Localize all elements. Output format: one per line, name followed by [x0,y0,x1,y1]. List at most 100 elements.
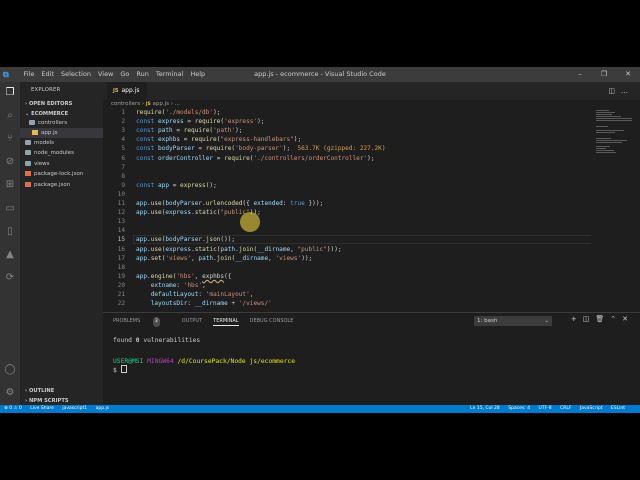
code-line[interactable]: const bodyParser = require('body-parser'… [136,145,386,152]
trash-icon[interactable]: 🗑 [595,315,610,323]
npm-scripts-label: NPM SCRIPTS [28,398,69,404]
code-token: extname [150,281,177,289]
gear-icon[interactable]: ⚙ [3,386,17,400]
live-share-icon[interactable]: ⟳ [3,271,17,285]
breadcrumb-file[interactable]: app.js [152,101,169,107]
code-token: './models/db' [165,109,214,116]
code-token: ); [293,136,302,144]
terminal-path: /d/CoursePack/Node js/ecommerce [177,358,296,365]
close-icon[interactable]: ✕ [622,315,634,323]
status-indentation[interactable]: Spaces: 4 [508,406,530,411]
status-eol[interactable]: CRLF [560,406,571,411]
terminal-select[interactable]: 1: bash ⌄ [474,316,552,326]
code-token: exphbs [202,272,225,280]
code-token: , [249,291,254,298]
status-cursor-position[interactable]: Ln 15, Col 28 [470,406,500,411]
terminal-output[interactable]: found 0 vulnerabilities USER@MSI MINGW64… [113,337,295,374]
tab-terminal[interactable]: TERMINAL [213,316,239,326]
menu-run[interactable]: Run [133,67,152,82]
minimap[interactable] [594,108,634,312]
vscode-window: ⧉ File Edit Selection View Go Run Termin… [0,67,640,413]
npm-scripts-section[interactable]: › NPM SCRIPTS [25,398,69,404]
code-line[interactable]: const exphbs = require("express-handleba… [136,136,301,143]
code-line[interactable]: app.use(express.static(path.join(__dirna… [136,246,342,253]
files-icon[interactable]: ▯ [3,225,17,239]
extensions-icon[interactable]: ⊞ [3,178,17,192]
split-editor-icon[interactable]: ◫ [608,87,621,95]
source-control-icon[interactable]: ⑂ [3,132,17,146]
folder-icon [29,119,35,125]
more-actions-icon[interactable]: … [621,87,634,95]
status-encoding[interactable]: UTF-8 [539,406,552,411]
minimap-line [596,132,615,133]
status-live-share[interactable]: Live Share [30,406,54,411]
menu-file[interactable]: File [20,67,38,82]
code-line[interactable]: require('./models/db'); [136,109,220,116]
tab-problems[interactable]: PROBLEMS 3 [113,316,171,327]
code-editor[interactable]: 1 require('./models/db'); 2 const express =… [103,108,591,312]
azure-icon[interactable]: ▲ [3,248,17,262]
status-eslint[interactable]: ESLint [611,406,625,411]
code-line[interactable]: layoutsDir: __dirname + '/views/' [136,300,272,307]
code-line[interactable]: app.use(bodyParser.json()); [136,236,235,243]
line-number: 10 [117,190,125,198]
tree-item-views[interactable]: views [25,159,50,169]
code-token: __dirname [235,254,269,262]
bottom-panel: PROBLEMS 3 OUTPUT TERMINAL DEBUG CONSOLE… [103,312,640,406]
breadcrumb-folder[interactable]: controllers [111,101,140,107]
account-icon[interactable]: ◯ [3,363,17,377]
tab-output[interactable]: OUTPUT [182,316,202,326]
code-line[interactable]: defaultLayout: 'mainLayout', [136,291,254,298]
status-item[interactable]: app.js [96,406,110,411]
breadcrumb-symbol[interactable]: ... [175,101,180,107]
code-token: use [150,245,162,253]
close-icon[interactable]: ✕ [616,67,640,82]
project-section[interactable]: ⌄ ECOMMERCE [25,111,68,117]
code-token: , [202,281,206,289]
tree-item-models[interactable]: models [25,138,54,148]
status-problems[interactable]: ⊗ 0 ⚠ 0 [4,406,22,411]
tree-item-node-modules[interactable]: node_modules [25,148,74,158]
status-item[interactable]: javascript1 [62,406,87,411]
code-line[interactable]: app.set('views', path.join(__dirname, 'v… [136,255,312,262]
restore-icon[interactable]: ❐ [592,67,616,82]
debug-icon[interactable]: ⊘ [3,155,17,169]
chevron-up-icon[interactable]: ⌃ [610,315,622,323]
panel-tabs: PROBLEMS 3 OUTPUT TERMINAL DEBUG CONSOLE [113,316,304,327]
tab-app-js[interactable]: JS app.js [107,82,147,100]
minimize-icon[interactable]: – [568,67,592,82]
explorer-icon[interactable]: ❐ [3,86,17,100]
search-icon[interactable]: ⌕ [3,109,17,123]
tree-item-controllers[interactable]: controllers [29,118,67,128]
code-token: 'hbs' [183,281,203,289]
outline-section[interactable]: › OUTLINE [25,388,54,394]
code-token: require [194,118,221,126]
menu-view[interactable]: View [94,67,116,82]
tree-item-package-json[interactable]: package.json [25,180,70,190]
code-line[interactable]: const path = require('path'); [136,127,242,134]
code-token: 'views' [275,254,302,262]
status-language[interactable]: JavaScript [580,406,603,411]
code-line[interactable]: app.engine('hbs', exphbs({ [136,273,231,280]
code-token: engine [150,272,173,280]
remote-explorer-icon[interactable]: ▭ [3,202,17,216]
code-line[interactable]: const orderController = require('./contr… [136,155,375,162]
tree-item-package-lock[interactable]: package-lock.json [25,169,83,179]
menu-selection[interactable]: Selection [57,67,94,82]
tree-item-app-js[interactable]: app.js [20,128,103,138]
vscode-logo-icon: ⧉ [3,70,9,79]
plus-icon[interactable]: + [571,315,583,323]
code-line[interactable]: extname: 'hbs', [136,282,206,289]
breadcrumb: controllers › JS app.js › ... [111,100,180,108]
code-token: express [165,209,192,217]
menu-edit[interactable]: Edit [38,67,58,82]
split-terminal-icon[interactable]: ◫ [583,315,596,323]
menu-go[interactable]: Go [117,67,133,82]
open-editors-section[interactable]: › OPEN EDITORS [25,101,72,107]
menu-terminal[interactable]: Terminal [152,67,186,82]
code-line[interactable]: const express = require('express'); [136,118,264,125]
tab-debug-console[interactable]: DEBUG CONSOLE [250,316,294,326]
code-line[interactable]: app.use(bodyParser.urlencoded({ extended… [136,200,323,207]
menu-help[interactable]: Help [187,67,209,82]
code-line[interactable]: const app = express(); [136,182,217,189]
